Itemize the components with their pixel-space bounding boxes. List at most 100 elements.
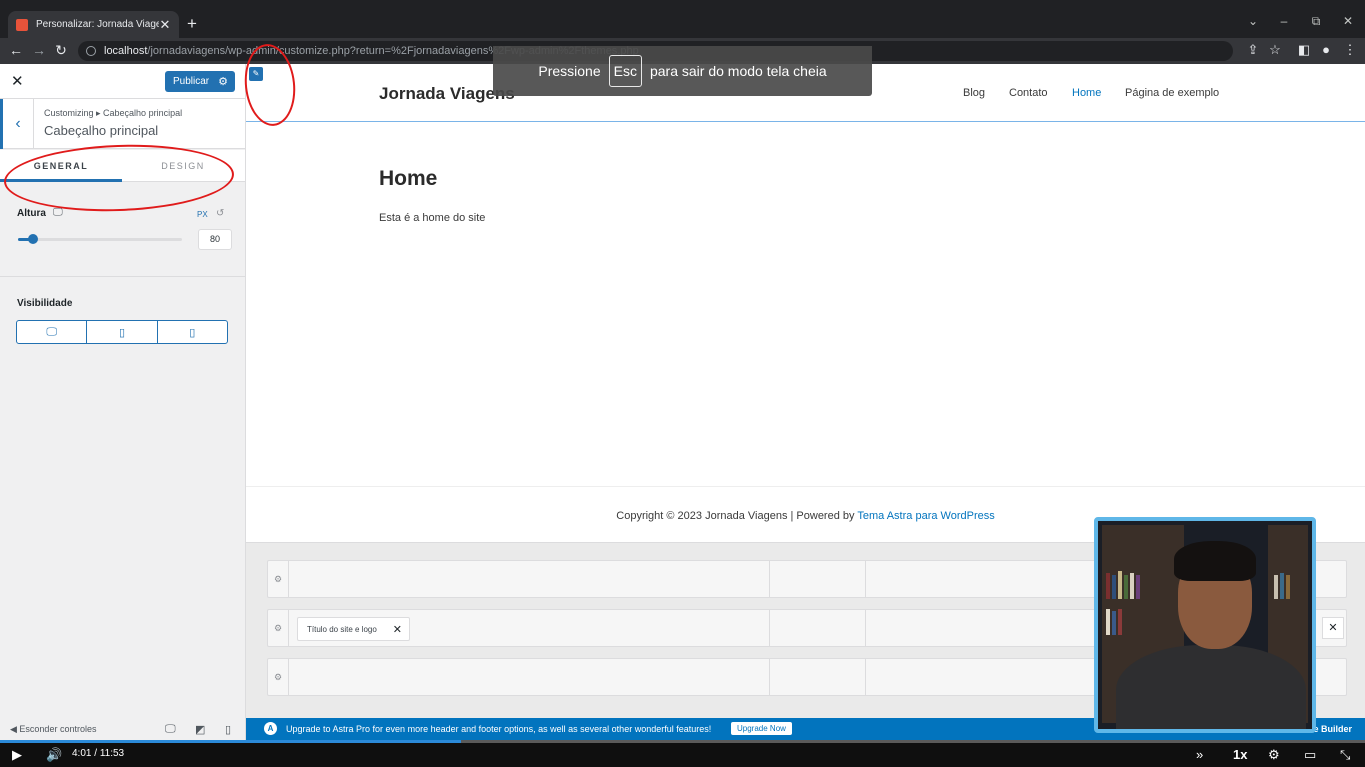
customizer-footer: ◀ Esconder controles 🖵 ◩ ▯ — [0, 720, 245, 740]
fullscreen-notice: Pressione Esc para sair do modo tela che… — [493, 46, 872, 96]
customizer-sidebar: ✕ Publicar ⚙ ‹ Customizing ▸ Cabeçalho p… — [0, 64, 246, 740]
remove-item-icon[interactable]: ✕ — [1322, 617, 1344, 639]
builder-column[interactable] — [865, 610, 866, 646]
builder-column[interactable] — [769, 610, 770, 646]
back-chevron-icon[interactable]: ‹ — [0, 99, 34, 149]
favicon-icon — [16, 18, 28, 31]
book — [1286, 575, 1290, 599]
hide-controls-label: Esconder controles — [19, 724, 97, 734]
customizer-header: ✕ Publicar ⚙ — [0, 64, 245, 99]
menu-item-contato[interactable]: Contato — [1009, 87, 1048, 99]
preview-tablet-icon[interactable]: ◩ — [195, 723, 205, 736]
tab-title: Personalizar: Jornada Viagens — [36, 19, 159, 30]
publish-label: Publicar — [173, 76, 210, 87]
book — [1106, 609, 1110, 635]
builder-column[interactable] — [769, 561, 770, 597]
builder-column[interactable] — [288, 561, 289, 597]
site-header[interactable]: ✎ Jornada Viagens Blog Contato Home Pági… — [246, 46, 1365, 122]
control-tabs: GENERAL DESIGN — [0, 150, 245, 182]
site-info-icon[interactable] — [86, 46, 96, 56]
video-time: 4:01 / 11:53 — [72, 748, 124, 759]
video-progress-fill — [0, 740, 462, 743]
theme-link[interactable]: Tema Astra para WordPress — [857, 510, 994, 522]
book — [1118, 609, 1122, 635]
visibility-desktop-button[interactable]: 🖵 — [17, 321, 88, 343]
share-icon[interactable]: ⇪ — [1246, 42, 1260, 58]
height-slider-thumb[interactable] — [27, 234, 38, 244]
volume-icon[interactable]: 🔊 — [46, 747, 62, 763]
upgrade-text: Upgrade to Astra Pro for even more heade… — [286, 724, 712, 734]
builder-column[interactable] — [769, 659, 770, 695]
breadcrumb: Customizing ▸ Cabeçalho principal — [44, 108, 183, 118]
menu-item-blog[interactable]: Blog — [963, 87, 985, 99]
book — [1106, 573, 1110, 599]
copyright-text: Copyright © 2023 Jornada Viagens | Power… — [616, 510, 858, 522]
unit-selector[interactable]: PX — [197, 210, 208, 219]
video-progress-track[interactable] — [0, 740, 1365, 743]
forward-icon[interactable]: → — [31, 42, 47, 58]
row-settings-gear-icon[interactable]: ⚙ — [274, 672, 282, 683]
pip-icon[interactable]: ▭ — [1304, 747, 1316, 763]
row-settings-gear-icon[interactable]: ⚙ — [274, 623, 282, 634]
tab-close-icon[interactable]: ✕ — [159, 17, 171, 33]
book — [1274, 575, 1278, 599]
publish-button[interactable]: Publicar ⚙ — [165, 71, 235, 92]
builder-column[interactable] — [288, 659, 289, 695]
menu-item-pagina-exemplo[interactable]: Página de exemplo — [1125, 87, 1219, 99]
browser-tab[interactable]: Personalizar: Jornada Viagens ✕ — [8, 11, 179, 38]
builder-column[interactable] — [865, 659, 866, 695]
minimize-icon[interactable]: – — [1277, 14, 1291, 28]
tab-general[interactable]: GENERAL — [0, 150, 122, 182]
edit-shortcut-pencil-icon[interactable]: ✎ — [249, 67, 263, 81]
close-customizer-icon[interactable]: ✕ — [11, 72, 24, 90]
play-icon[interactable]: ▶ — [12, 747, 22, 763]
profile-icon[interactable]: ● — [1319, 42, 1333, 57]
preview-mobile-icon[interactable]: ▯ — [225, 723, 231, 736]
skip-forward-icon[interactable]: » — [1196, 747, 1203, 762]
browser-tab-bar: Personalizar: Jornada Viagens ✕ + ⌄ – ⧉ … — [0, 0, 1365, 38]
back-icon[interactable]: ← — [8, 42, 24, 58]
height-label: Altura — [17, 208, 46, 219]
bookmark-star-icon[interactable]: ☆ — [1268, 42, 1282, 58]
reload-icon[interactable]: ↻ — [53, 42, 69, 59]
preview-desktop-icon[interactable]: 🖵 — [165, 723, 176, 736]
desktop-icon: 🖵 — [46, 325, 57, 338]
reset-icon[interactable]: ↺ — [216, 208, 224, 219]
visibility-tablet-button[interactable]: ▯ — [87, 321, 158, 343]
settings-gear-icon[interactable]: ⚙ — [1268, 747, 1280, 763]
height-input[interactable]: 80 — [198, 229, 232, 250]
desktop-responsive-icon[interactable]: 🖵 — [53, 207, 63, 218]
book — [1118, 571, 1122, 599]
tab-design[interactable]: DESIGN — [122, 150, 244, 182]
url-host: localhost — [104, 45, 148, 57]
menu-kebab-icon[interactable]: ⋮ — [1343, 42, 1357, 58]
footer-separator — [246, 486, 1365, 487]
new-tab-button[interactable]: + — [184, 14, 200, 34]
restore-icon[interactable]: ⧉ — [1309, 14, 1323, 29]
remove-item-icon[interactable]: ✕ — [393, 623, 402, 636]
book — [1112, 611, 1116, 635]
book — [1136, 575, 1140, 599]
publish-settings-gear-icon[interactable]: ⚙ — [218, 75, 228, 88]
esc-key: Esc — [608, 55, 642, 87]
video-player-controls: ▶ 🔊 4:01 / 11:53 » 1x ⚙ ▭ ⤡ — [0, 740, 1365, 767]
builder-item-site-title[interactable]: Título do site e logo ✕ — [297, 617, 410, 641]
builder-column[interactable] — [865, 561, 866, 597]
height-slider-track[interactable] — [18, 238, 182, 241]
section-title: Cabeçalho principal — [44, 123, 159, 138]
fullscreen-notice-after: para sair do modo tela cheia — [649, 63, 827, 79]
side-panel-icon[interactable]: ◧ — [1297, 42, 1311, 58]
row-settings-gear-icon[interactable]: ⚙ — [274, 574, 282, 585]
section-header: ‹ Customizing ▸ Cabeçalho principal Cabe… — [0, 99, 245, 149]
builder-column[interactable] — [288, 610, 289, 646]
tab-search-icon[interactable]: ⌄ — [1246, 14, 1260, 28]
exit-fullscreen-icon[interactable]: ⤡ — [1340, 747, 1350, 763]
playback-speed[interactable]: 1x — [1233, 747, 1247, 762]
page-text: Esta é a home do site — [379, 212, 486, 224]
hide-controls-button[interactable]: ◀ Esconder controles — [10, 724, 96, 735]
current-time: 4:01 — [72, 748, 92, 759]
menu-item-home[interactable]: Home — [1072, 87, 1101, 99]
visibility-mobile-button[interactable]: ▯ — [158, 321, 227, 343]
upgrade-now-button[interactable]: Upgrade Now — [731, 722, 792, 735]
window-close-icon[interactable]: ✕ — [1341, 14, 1355, 28]
